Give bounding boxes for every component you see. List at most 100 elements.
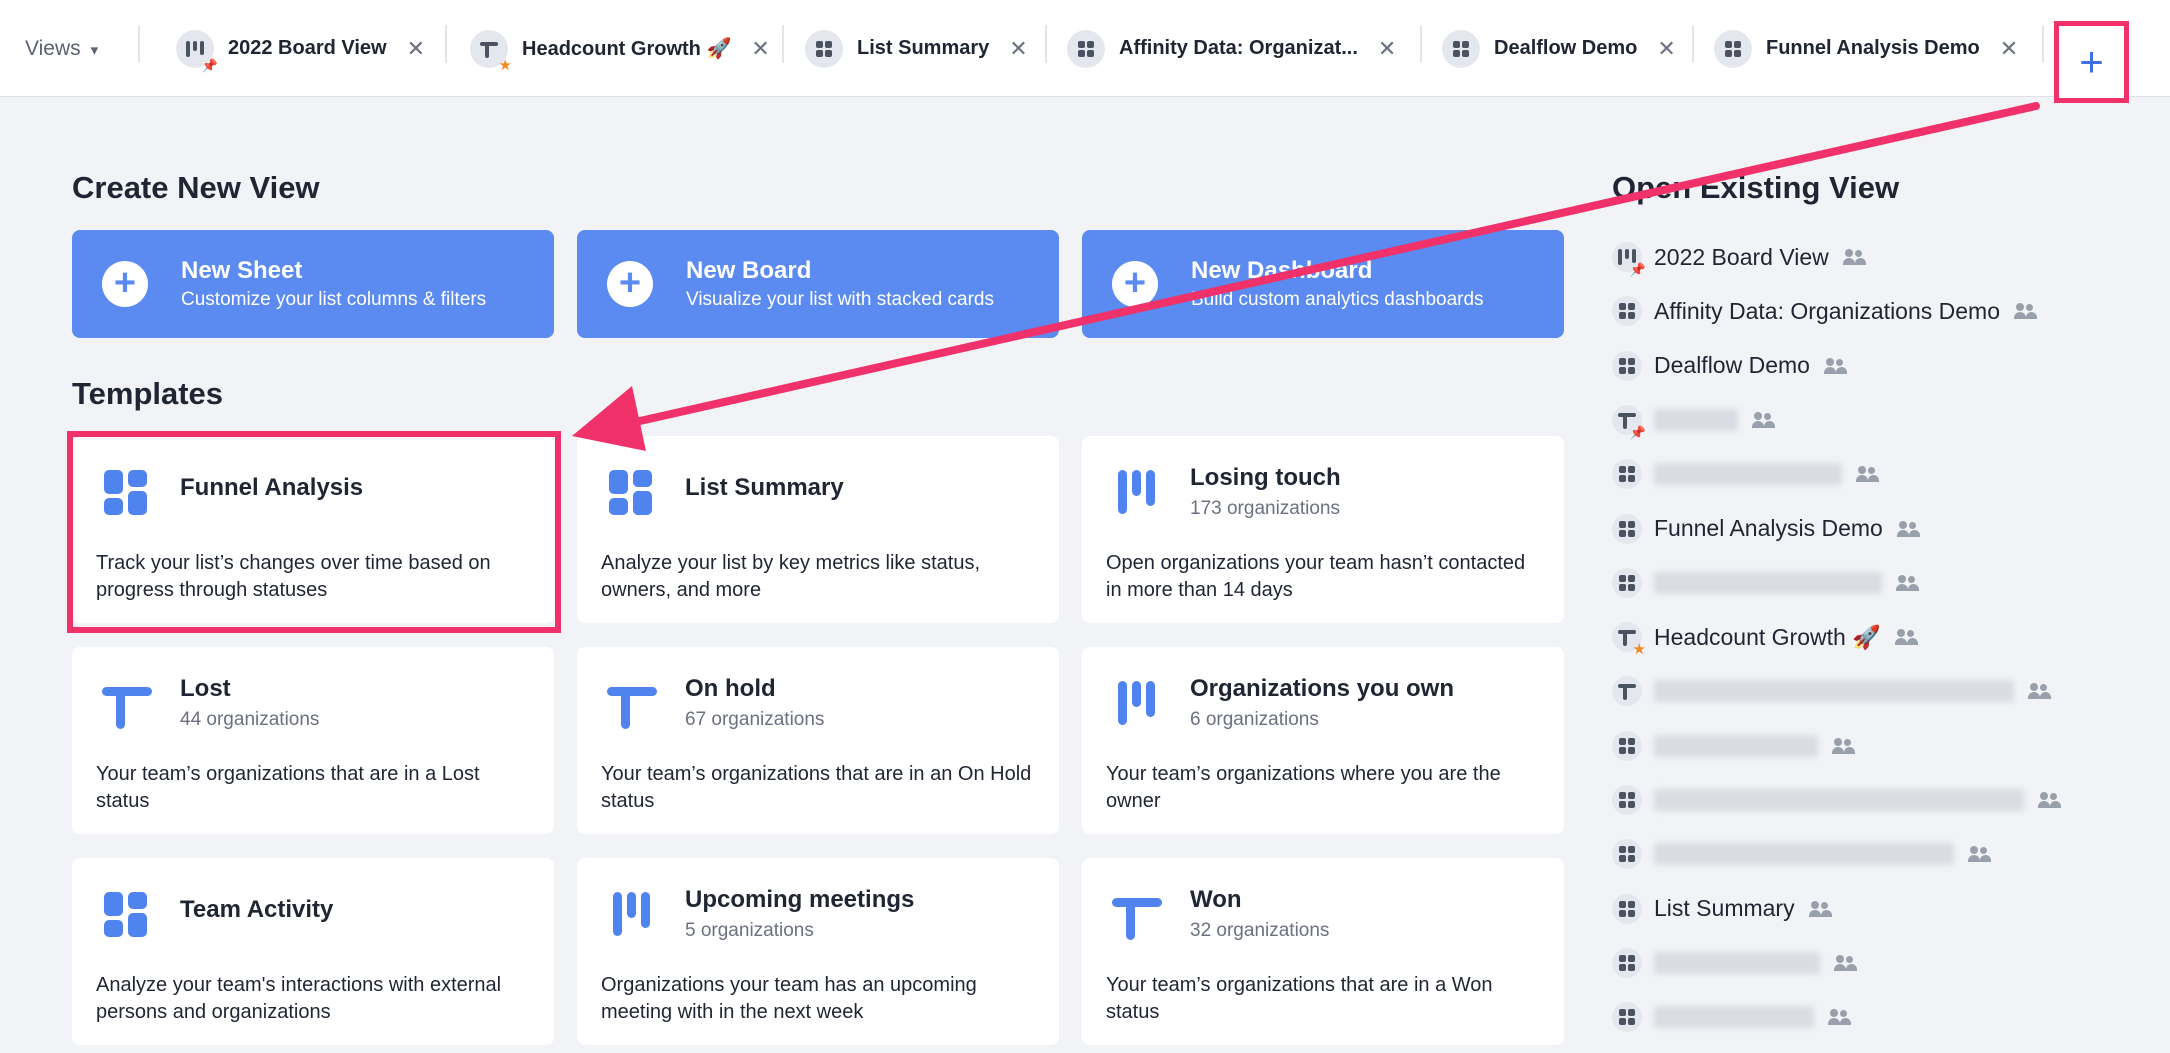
- existing-view-item[interactable]: [1612, 671, 2052, 711]
- divider: [1420, 25, 1422, 63]
- tab-2022-board-view[interactable]: 📌 2022 Board View ✕: [176, 0, 425, 97]
- board-icon: [1112, 468, 1160, 516]
- template-card-on-hold[interactable]: On hold 67 organizations Your team’s org…: [577, 647, 1059, 834]
- shared-users-icon: [1808, 900, 1833, 917]
- divider: [782, 25, 784, 63]
- template-description: Your team’s organizations that are in a …: [96, 763, 480, 812]
- templates-heading: Templates: [72, 376, 224, 411]
- pin-icon: 📌: [201, 57, 218, 73]
- tab-headcount-growth[interactable]: ★ Headcount Growth 🚀 ✕: [470, 0, 770, 97]
- sheet-icon: [607, 679, 657, 729]
- card-subtitle: Visualize your list with stacked cards: [686, 289, 994, 310]
- new-sheet-button[interactable]: + New Sheet Customize your list columns …: [72, 230, 554, 338]
- existing-view-item[interactable]: [1612, 563, 1920, 603]
- close-icon[interactable]: ✕: [1378, 37, 1396, 60]
- dashboard-icon: [1612, 1002, 1642, 1033]
- close-icon[interactable]: ✕: [407, 37, 425, 60]
- existing-view-item[interactable]: List Summary: [1612, 889, 1833, 929]
- template-card-organizations-you-own[interactable]: Organizations you own 6 organizations Yo…: [1082, 647, 1564, 834]
- existing-view-item[interactable]: [1612, 780, 2062, 820]
- template-card-losing-touch[interactable]: Losing touch 173 organizations Open orga…: [1082, 436, 1564, 623]
- template-card-lost[interactable]: Lost 44 organizations Your team’s organi…: [72, 647, 554, 834]
- existing-view-item[interactable]: Affinity Data: Organizations Demo: [1612, 291, 2038, 331]
- dashboard-icon: [1442, 29, 1480, 68]
- template-title: Won: [1190, 886, 1242, 913]
- template-card-upcoming-meetings[interactable]: Upcoming meetings 5 organizations Organi…: [577, 858, 1059, 1045]
- existing-view-item[interactable]: 📌: [1612, 400, 1776, 440]
- close-icon[interactable]: ✕: [751, 37, 769, 60]
- chevron-down-icon: ▾: [90, 41, 99, 59]
- template-card-won[interactable]: Won 32 organizations Your team’s organiz…: [1082, 858, 1564, 1045]
- new-dashboard-button[interactable]: + New Dashboard Build custom analytics d…: [1082, 230, 1564, 338]
- tab-affinity-data[interactable]: Affinity Data: Organizat... ✕: [1067, 0, 1396, 97]
- tab-dealflow-demo[interactable]: Dealflow Demo ✕: [1442, 0, 1676, 97]
- add-view-button[interactable]: +: [2054, 21, 2129, 103]
- view-tab-bar: Views ▾ 📌 2022 Board View ✕ ★ Headcount …: [0, 0, 2170, 97]
- template-count: 5 organizations: [685, 920, 814, 941]
- shared-users-icon: [1752, 411, 1776, 428]
- template-card-funnel-analysis[interactable]: Funnel Analysis Track your list’s change…: [72, 436, 554, 623]
- dashboard-icon: [1612, 947, 1642, 978]
- template-count: 173 organizations: [1190, 498, 1340, 519]
- template-description: Track your list’s changes over time base…: [96, 552, 491, 601]
- template-description: Open organizations your team hasn’t cont…: [1106, 552, 1526, 601]
- existing-view-item[interactable]: Dealflow Demo: [1612, 346, 1848, 386]
- close-icon[interactable]: ✕: [1009, 37, 1027, 60]
- divider: [138, 25, 140, 63]
- existing-view-item[interactable]: Funnel Analysis Demo: [1612, 509, 1921, 549]
- template-count: 44 organizations: [180, 709, 320, 730]
- redacted-view-label: [1654, 571, 1882, 594]
- shared-users-icon: [1894, 629, 1919, 646]
- plus-icon: +: [2079, 38, 2104, 85]
- existing-view-item[interactable]: [1612, 943, 1858, 983]
- shared-users-icon: [2038, 792, 2062, 808]
- shared-users-icon: [1834, 954, 1858, 971]
- sheet-icon: ★: [470, 29, 512, 73]
- redacted-view-label: [1654, 408, 1738, 431]
- card-title: New Sheet: [181, 257, 303, 284]
- close-icon[interactable]: ✕: [1657, 37, 1675, 60]
- views-dropdown[interactable]: Views ▾: [25, 0, 98, 97]
- shared-users-icon: [1856, 466, 1880, 483]
- sheet-icon: [1612, 676, 1642, 707]
- sheet-icon: 📌: [1612, 404, 1646, 439]
- tab-list-summary[interactable]: List Summary ✕: [805, 0, 1028, 97]
- open-existing-view-heading: Open Existing View: [1612, 170, 1900, 205]
- tab-label: 2022 Board View: [228, 37, 387, 59]
- existing-view-item[interactable]: [1612, 726, 1856, 766]
- dashboard-icon: [1612, 785, 1642, 815]
- existing-view-item[interactable]: [1612, 454, 1880, 494]
- dashboard-icon: [1612, 839, 1642, 870]
- existing-view-item[interactable]: [1612, 834, 1992, 874]
- shared-users-icon: [1896, 520, 1921, 537]
- redacted-view-label: [1654, 463, 1842, 486]
- template-card-team-activity[interactable]: Team Activity Analyze your team's intera…: [72, 858, 554, 1045]
- template-count: 32 organizations: [1190, 920, 1330, 941]
- redacted-view-label: [1654, 1006, 1814, 1029]
- existing-view-item[interactable]: 📌 2022 Board View: [1612, 237, 1867, 277]
- existing-view-item[interactable]: [1612, 997, 1852, 1037]
- star-icon: ★: [1632, 641, 1646, 659]
- close-icon[interactable]: ✕: [2000, 37, 2018, 60]
- template-title: Lost: [180, 675, 231, 702]
- redacted-view-label: [1654, 680, 2014, 703]
- sheet-icon: [1112, 890, 1162, 940]
- dashboard-icon: [1612, 459, 1642, 490]
- shared-users-icon: [2028, 683, 2052, 700]
- dashboard-icon: [1612, 513, 1642, 544]
- shared-users-icon: [2014, 303, 2038, 320]
- dashboard-icon: [102, 890, 150, 938]
- template-count: 67 organizations: [685, 709, 825, 730]
- divider: [1692, 25, 1694, 63]
- existing-view-item[interactable]: ★ Headcount Growth 🚀: [1612, 617, 1919, 657]
- dashboard-icon: [607, 468, 655, 516]
- tab-label: Affinity Data: Organizat...: [1119, 37, 1358, 59]
- template-description: Your team’s organizations where you are …: [1106, 763, 1501, 812]
- tab-funnel-analysis-demo[interactable]: Funnel Analysis Demo ✕: [1714, 0, 2018, 97]
- redacted-view-label: [1654, 951, 1820, 974]
- dashboard-icon: [1612, 893, 1642, 924]
- new-board-button[interactable]: + New Board Visualize your list with sta…: [577, 230, 1059, 338]
- star-icon: ★: [498, 56, 512, 74]
- template-card-list-summary[interactable]: List Summary Analyze your list by key me…: [577, 436, 1059, 623]
- template-description: Your team’s organizations that are in a …: [1106, 974, 1493, 1023]
